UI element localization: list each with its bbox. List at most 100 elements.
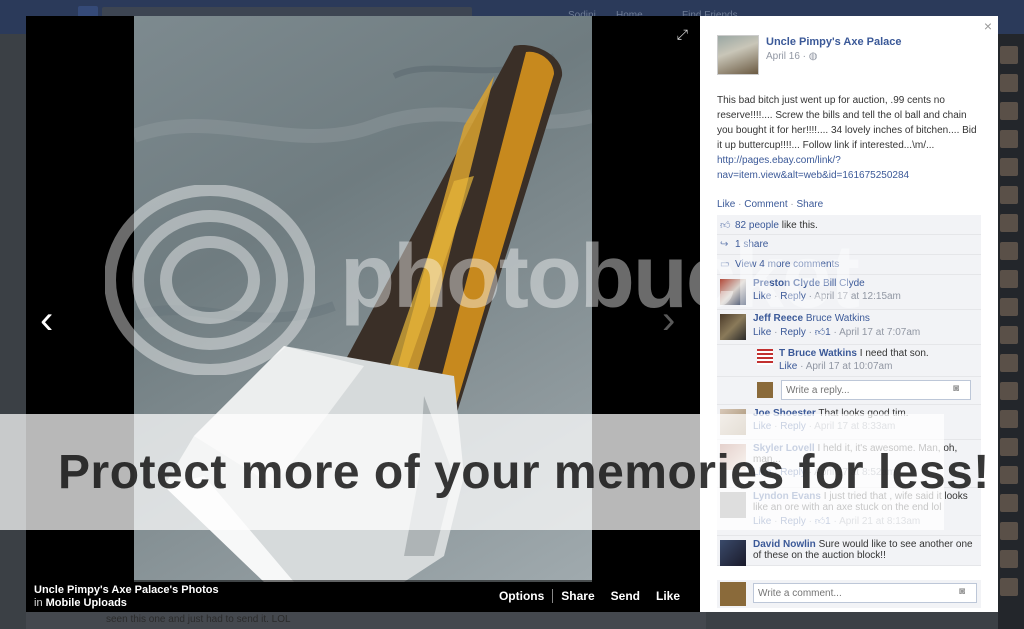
options-button[interactable]: Options (491, 589, 552, 603)
shares-link[interactable]: 1 share (735, 239, 768, 250)
close-icon[interactable]: × (984, 18, 992, 34)
chat-avatar[interactable] (1000, 102, 1018, 120)
like-button[interactable]: Like (648, 589, 688, 603)
camera-icon[interactable]: ◙ (959, 586, 965, 597)
chat-avatar[interactable] (1000, 466, 1018, 484)
separator: · (735, 199, 745, 210)
chat-avatar[interactable] (1000, 438, 1018, 456)
album-title-link[interactable]: Uncle Pimpy's Axe Palace's Photos (34, 584, 219, 597)
commenter-avatar[interactable] (720, 444, 746, 470)
comment-text: I need that son. (859, 348, 929, 359)
chat-avatar[interactable] (1000, 494, 1018, 512)
camera-icon[interactable]: ◙ (953, 383, 959, 394)
chat-avatar[interactable] (1000, 158, 1018, 176)
comment-time[interactable]: April 17 at 8:52am (814, 467, 895, 478)
comment-like-link[interactable]: Like (753, 327, 771, 338)
page-name-link[interactable]: Uncle Pimpy's Axe Palace (766, 36, 902, 48)
commenter-name[interactable]: David Nowlin (753, 539, 816, 550)
chat-avatar[interactable] (1000, 522, 1018, 540)
axe-illustration (134, 45, 592, 582)
chat-avatar[interactable] (1000, 354, 1018, 372)
chat-avatar[interactable] (1000, 270, 1018, 288)
thumbs-up-icon: 👍︎ (814, 516, 826, 527)
comment-bubble-icon: ▭ (720, 259, 730, 270)
comment-time[interactable]: April 17 at 8:33am (814, 421, 895, 432)
chat-avatar[interactable] (1000, 410, 1018, 428)
page-avatar[interactable] (717, 35, 759, 75)
comment-reply-link[interactable]: Reply (780, 327, 806, 338)
comment-reply-link[interactable]: Reply (780, 291, 806, 302)
comment-like-link[interactable]: Like (753, 291, 771, 302)
comment-like-link[interactable]: Like (753, 467, 771, 478)
commenter-name[interactable]: Jeff Reece (753, 313, 803, 324)
post-text: This bad bitch just went up for auction,… (717, 95, 977, 151)
reply-box: ◙ (717, 377, 981, 405)
comment-reply-link[interactable]: Reply (780, 467, 806, 478)
comment-item: David Nowlin Sure would like to see anot… (717, 536, 981, 566)
comment-reply-link[interactable]: Reply (780, 516, 806, 527)
post-share-link[interactable]: Share (797, 199, 824, 210)
share-button[interactable]: Share (552, 589, 602, 603)
chat-avatar[interactable] (1000, 74, 1018, 92)
ebay-link[interactable]: http://pages.ebay.com/link/?nav=item.vie… (717, 155, 909, 181)
comment-like-count[interactable]: 1 (825, 516, 831, 527)
chat-avatar[interactable] (1000, 326, 1018, 344)
commenter-name[interactable]: Skyler Lovell (753, 443, 815, 454)
chat-avatar[interactable] (1000, 382, 1018, 400)
chat-avatar[interactable] (1000, 298, 1018, 316)
chat-avatar[interactable] (1000, 242, 1018, 260)
commenter-name[interactable]: Lyndon Evans (753, 491, 821, 502)
commenter-name[interactable]: Joe Shoester (753, 408, 816, 419)
chat-avatar[interactable] (1000, 214, 1018, 232)
likes-row: 👍︎ 82 people like this. (717, 215, 981, 235)
commenter-name[interactable]: T Bruce Watkins (779, 348, 857, 359)
comment-time[interactable]: April 21 at 8:13am (839, 516, 920, 527)
chat-avatar[interactable] (1000, 578, 1018, 596)
chat-sidebar (998, 34, 1024, 629)
comment-input[interactable] (753, 583, 977, 603)
post-date: April 16 · ◍ (766, 51, 818, 62)
commenter-avatar[interactable] (720, 492, 746, 518)
reply-item: T Bruce Watkins I need that son. Like · … (717, 345, 981, 377)
commenter-avatar[interactable] (720, 279, 746, 305)
comment-like-link[interactable]: Like (753, 516, 771, 527)
commenter-avatar[interactable] (757, 349, 773, 365)
post-like-link[interactable]: Like (717, 199, 735, 210)
album-info: Uncle Pimpy's Axe Palace's Photos in Mob… (34, 584, 219, 610)
chat-avatar[interactable] (1000, 46, 1018, 64)
comment-item: Lyndon Evans I just tried that , wife sa… (717, 488, 981, 536)
chat-avatar[interactable] (1000, 550, 1018, 568)
chat-avatar[interactable] (1000, 186, 1018, 204)
shares-row: ↪ 1 share (717, 235, 981, 255)
post-date-text[interactable]: April 16 · (766, 51, 809, 62)
comment-item: Joe Shoester That looks good tim. Like ·… (717, 405, 981, 440)
viewer-avatar (720, 582, 746, 606)
post-body: This bad bitch just went up for auction,… (717, 93, 979, 183)
globe-icon: ◍ (808, 51, 818, 62)
expand-icon[interactable]: ⤢ (677, 26, 688, 43)
comment-time[interactable]: April 17 at 12:15am (814, 291, 901, 302)
comment-reply-link[interactable]: Reply (780, 421, 806, 432)
previous-photo-arrow-icon[interactable]: ‹ (40, 298, 53, 343)
background-feed-strip: seen this one and just had to send it. L… (26, 612, 706, 629)
comment-like-link[interactable]: Like (753, 421, 771, 432)
ufi-block: 👍︎ 82 people like this. ↪ 1 share ▭ View 4 … (717, 215, 981, 566)
commenter-avatar[interactable] (720, 409, 746, 435)
likes-count-link[interactable]: 82 people (735, 220, 779, 231)
comment-time[interactable]: April 17 at 10:07am (806, 361, 893, 372)
album-name-link[interactable]: Mobile Uploads (46, 597, 127, 609)
comment-like-count[interactable]: 1 (825, 327, 831, 338)
commenter-avatar[interactable] (720, 314, 746, 340)
view-more-comments-link[interactable]: View 4 more comments (735, 259, 839, 270)
commenter-name[interactable]: Preston Clyde (753, 278, 820, 289)
comment-time[interactable]: April 17 at 7:07am (839, 327, 920, 338)
post-comment-link[interactable]: Comment (744, 199, 787, 210)
mentioned-name[interactable]: Bill Clyde (823, 278, 865, 289)
commenter-avatar[interactable] (720, 540, 746, 566)
send-button[interactable]: Send (603, 589, 648, 603)
comment-like-link[interactable]: Like (779, 361, 797, 372)
mentioned-name[interactable]: Bruce Watkins (806, 313, 870, 324)
reply-input[interactable] (781, 380, 971, 400)
chat-avatar[interactable] (1000, 130, 1018, 148)
next-photo-arrow-icon[interactable]: › (662, 298, 675, 343)
